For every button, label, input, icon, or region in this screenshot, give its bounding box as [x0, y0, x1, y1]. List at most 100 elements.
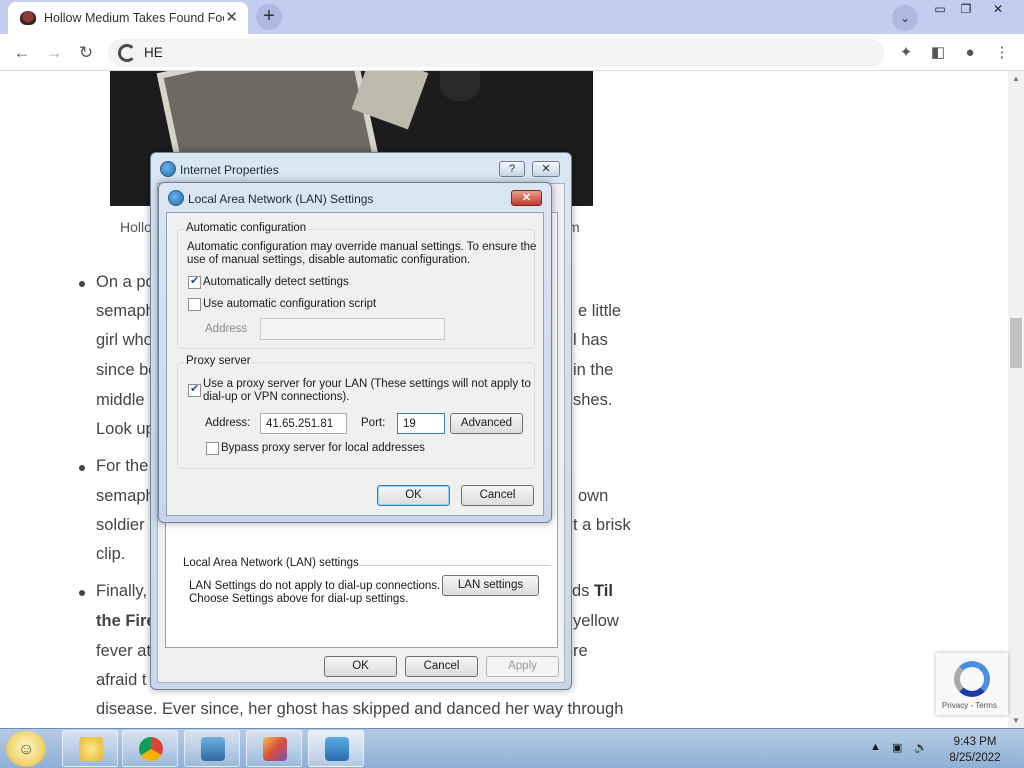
- taskbar-photo-button[interactable]: [184, 730, 240, 767]
- article-text: t a brisk: [573, 516, 631, 534]
- tab-close-icon[interactable]: ✕: [225, 8, 238, 26]
- site-favicon-icon: [20, 11, 36, 25]
- lan-settings-dialog: Local Area Network (LAN) Settings ✕ Auto…: [158, 182, 552, 523]
- recaptcha-badge[interactable]: Privacy - Terms: [936, 653, 1008, 715]
- photo-icon: [201, 737, 225, 761]
- photo-caption: Hollo: [120, 219, 152, 235]
- scroll-up-icon[interactable]: ▲: [1012, 74, 1020, 83]
- address-bar[interactable]: HE: [108, 39, 884, 67]
- clock-date: 8/25/2022: [949, 752, 1001, 764]
- auto-config-label: Automatic configuration: [184, 222, 309, 234]
- lan-settings-button[interactable]: LAN settings: [442, 575, 539, 596]
- proxy-group-label: Proxy server: [184, 355, 253, 367]
- scroll-thumb[interactable]: [1010, 318, 1022, 368]
- dialog-title: Internet Properties: [180, 163, 279, 177]
- menu-icon[interactable]: ⋮: [992, 43, 1012, 63]
- lan-ok-button[interactable]: OK: [377, 485, 450, 506]
- auto-script-checkbox[interactable]: [188, 298, 201, 311]
- google-icon: [118, 44, 136, 62]
- lan-dialog-title: Local Area Network (LAN) Settings: [188, 192, 374, 206]
- article-text: middle: [96, 391, 145, 409]
- use-proxy-label[interactable]: Use a proxy server for your LAN (These s…: [203, 378, 531, 390]
- proxy-address-input[interactable]: [260, 413, 347, 434]
- bypass-checkbox[interactable]: [206, 442, 219, 455]
- clock[interactable]: 9:43 PM 8/25/2022: [940, 734, 1010, 766]
- network-icon[interactable]: ▣: [892, 741, 902, 754]
- auto-script-label[interactable]: Use automatic configuration script: [203, 298, 376, 310]
- article-text: soldier: [96, 516, 145, 534]
- address-text[interactable]: HE: [144, 45, 163, 60]
- article-text: On a po: [96, 273, 155, 291]
- bypass-label[interactable]: Bypass proxy server for local addresses: [221, 442, 425, 454]
- lan-dialog-icon: [168, 190, 184, 206]
- scroll-down-icon[interactable]: ▼: [1012, 716, 1020, 725]
- auto-config-desc: use of manual settings, disable automati…: [187, 254, 471, 266]
- lan-dialog-close-button[interactable]: ✕: [511, 190, 542, 206]
- article-text: e little: [578, 302, 622, 320]
- article-text: girl who: [96, 331, 153, 349]
- article-text: semaph: [96, 302, 155, 320]
- lan-note: Choose Settings above for dial-up settin…: [189, 593, 409, 605]
- proxy-address-label: Address:: [205, 417, 251, 429]
- article-text: in the: [573, 361, 614, 379]
- article-text: since be: [96, 361, 158, 379]
- paint-icon: [263, 737, 287, 761]
- taskbar-folders-button[interactable]: [62, 730, 118, 767]
- taskbar-paint-button[interactable]: [246, 730, 302, 767]
- apply-button[interactable]: Apply: [486, 656, 559, 677]
- article-text: disease. Ever since, her ghost has skipp…: [96, 700, 624, 718]
- ok-button[interactable]: OK: [324, 656, 397, 677]
- volume-icon[interactable]: 🔈: [914, 741, 928, 754]
- help-button[interactable]: ?: [499, 161, 525, 177]
- cancel-button[interactable]: Cancel: [405, 656, 478, 677]
- auto-config-desc: Automatic configuration may override man…: [187, 241, 537, 253]
- clock-time: 9:43 PM: [953, 736, 997, 748]
- browser-tab[interactable]: Hollow Medium Takes Found Footage ✕: [8, 2, 248, 34]
- taskbar: ☺ ▲ ▣ 🔈 9:43 PM 8/25/2022: [0, 728, 1024, 768]
- reload-button[interactable]: ↻: [74, 41, 98, 65]
- start-button[interactable]: ☺: [6, 731, 46, 767]
- recaptcha-links[interactable]: Privacy - Terms: [942, 701, 997, 710]
- browser-toolbar: ← → ↻ HE ✦ ◧ ● ⋮: [0, 34, 1024, 71]
- advanced-button[interactable]: Advanced: [450, 413, 523, 434]
- auto-detect-label[interactable]: Automatically detect settings: [203, 276, 349, 288]
- article-bold-text: Til: [594, 582, 613, 600]
- show-hidden-icons-icon[interactable]: ▲: [870, 741, 881, 753]
- back-button[interactable]: ←: [10, 41, 34, 65]
- article-text: Look up: [96, 420, 155, 438]
- dialog-close-button[interactable]: ✕: [532, 161, 560, 177]
- proxy-port-input[interactable]: [397, 413, 445, 434]
- side-panel-icon[interactable]: ◧: [928, 43, 948, 63]
- lan-note: LAN Settings do not apply to dial-up con…: [189, 580, 441, 592]
- tab-search-button[interactable]: ⌄: [892, 5, 918, 31]
- article-text: ds Til: [572, 582, 613, 600]
- extensions-icon[interactable]: ✦: [896, 43, 916, 63]
- taskbar-chrome-button[interactable]: [122, 730, 178, 767]
- article-text: For the: [96, 457, 149, 475]
- forward-button[interactable]: →: [42, 41, 66, 65]
- bullet: [79, 465, 85, 471]
- article-text: afraid t: [96, 671, 147, 689]
- folders-icon: [79, 737, 103, 761]
- auto-detect-checkbox[interactable]: [188, 274, 201, 289]
- lan-separator: [359, 565, 551, 566]
- taskbar-control-panel-button[interactable]: [308, 730, 364, 767]
- lan-cancel-button[interactable]: Cancel: [461, 485, 534, 506]
- lan-dialog-body: Automatic configuration Automatic config…: [166, 212, 544, 516]
- use-proxy-checkbox[interactable]: [188, 382, 201, 397]
- minimize-button[interactable]: ▭: [926, 1, 954, 17]
- window-close-button[interactable]: ✕: [984, 1, 1012, 17]
- control-panel-icon: [325, 737, 349, 761]
- tab-strip: Hollow Medium Takes Found Footage ✕ + ⌄ …: [0, 0, 1024, 34]
- chrome-icon: [139, 737, 163, 761]
- new-tab-button[interactable]: +: [256, 4, 282, 30]
- page-scrollbar[interactable]: ▲ ▼: [1008, 71, 1024, 728]
- use-proxy-label[interactable]: dial-up or VPN connections).: [203, 391, 349, 403]
- profile-icon[interactable]: ●: [960, 43, 980, 63]
- article-bold-text: the Fire: [96, 612, 156, 630]
- recaptcha-icon: [954, 661, 990, 697]
- lan-group-label: Local Area Network (LAN) settings: [183, 557, 363, 569]
- script-address-input[interactable]: [260, 318, 445, 340]
- restore-button[interactable]: ❐: [952, 1, 980, 17]
- proxy-port-label: Port:: [361, 417, 386, 429]
